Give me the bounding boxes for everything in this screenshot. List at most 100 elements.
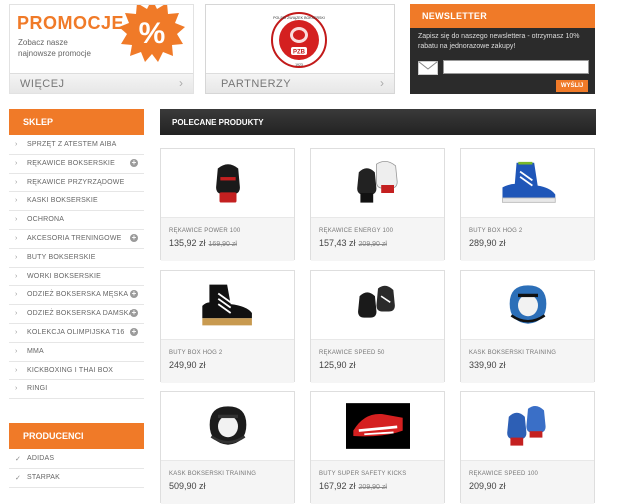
current-price: 157,43 zł: [319, 238, 356, 248]
shop-category-list: › SPRZĘT Z ATESTEM AIBA › RĘKAWICE BOKSERSK…: [9, 136, 144, 400]
product-name[interactable]: RĘKAWICE ENERGY 100: [319, 228, 393, 234]
boxing-gloves-blue-icon[interactable]: [461, 392, 594, 460]
sidebar-item[interactable]: › MMA: [9, 343, 144, 362]
product-name[interactable]: BUTY SUPER SAFETY KICKS: [319, 471, 406, 477]
product-card[interactable]: RĘKAWICE ENERGY 100 157,43 zł 209,90 zł: [310, 148, 445, 261]
sidebar-item[interactable]: › BUTY BOKSERSKIE: [9, 249, 144, 268]
boxing-gloves-black-red-icon[interactable]: [161, 149, 294, 217]
sidebar-item[interactable]: › KASKI BOKSERSKIE: [9, 192, 144, 212]
product-price: 509,90 zł: [169, 481, 206, 491]
expand-plus-icon[interactable]: +: [130, 290, 138, 299]
old-price: 209,90 zł: [358, 484, 387, 491]
product-name[interactable]: BUTY BOX HOG 2: [469, 228, 522, 234]
sidebar-item-label: KICKBOXING I THAI BOX: [27, 366, 114, 374]
product-name[interactable]: KASK BOKSERSKI TRAINING: [469, 350, 556, 356]
chevron-right-icon: ›: [15, 141, 18, 148]
product-name[interactable]: BUTY BOX HOG 2: [169, 350, 222, 356]
headguard-black-icon[interactable]: [161, 392, 294, 460]
partners-box[interactable]: PZB POLSKI ZWIĄZEK BOKSERSKI 1923 PARTNE…: [205, 4, 395, 94]
headguard-blue-icon[interactable]: [461, 271, 594, 339]
sidebar-item[interactable]: › WORKI BOKSERSKIE: [9, 268, 144, 287]
sidebar-item[interactable]: › AKCESORIA TRENINGOWE +: [9, 230, 144, 249]
product-price: 209,90 zł: [469, 481, 506, 491]
expand-plus-icon[interactable]: +: [130, 309, 138, 318]
promo-more-link[interactable]: WIĘCEJ ›: [10, 73, 193, 93]
boxing-gloves-black-white-icon[interactable]: [311, 149, 444, 217]
newsletter-email-input[interactable]: [443, 60, 589, 74]
expand-plus-icon[interactable]: +: [130, 158, 138, 167]
sidebar-item-label: BUTY BOKSERSKIE: [27, 253, 96, 261]
producers-header: PRODUCENCI: [9, 423, 144, 449]
check-icon: ✓: [15, 456, 21, 463]
product-card[interactable]: RĘKAWICE SPEED 100 209,90 zł: [460, 391, 595, 504]
product-price: 289,90 zł: [469, 238, 506, 248]
product-info: KASK BOKSERSKI TRAINING 509,90 zł: [161, 460, 294, 504]
partners-link[interactable]: PARTNERZY ›: [206, 73, 394, 93]
sidebar-item[interactable]: › ODZIEŻ BOKSERSKA DAMSKA +: [9, 305, 144, 324]
chevron-right-icon: ›: [15, 328, 18, 336]
chevron-right-icon: ›: [15, 385, 18, 393]
boxing-shoe-blue-icon[interactable]: [461, 149, 594, 217]
product-price: 125,90 zł: [319, 360, 356, 370]
expand-plus-icon[interactable]: +: [130, 233, 138, 242]
sidebar-item[interactable]: › ODZIEŻ BOKSERSKA MĘSKA +: [9, 286, 144, 306]
sidebar-item[interactable]: › KOLEKCJA OLIMPIJSKA T16 +: [9, 324, 144, 343]
product-name[interactable]: KASK BOKSERSKI TRAINING: [169, 471, 256, 477]
producers-title: PRODUCENCI: [23, 431, 84, 441]
newsletter-send-button[interactable]: WYŚLIJ: [556, 80, 588, 92]
product-name[interactable]: RĘKAWICE SPEED 50: [319, 350, 385, 356]
featured-header: POLECANE PRODUKTY: [160, 109, 596, 135]
product-card[interactable]: RĘKAWICE POWER 100 135,92 zł 169,90 zł: [160, 148, 295, 261]
chevron-right-icon: ›: [15, 366, 18, 374]
product-card[interactable]: KASK BOKSERSKI TRAINING 509,90 zł: [160, 391, 295, 504]
product-card[interactable]: BUTY SUPER SAFETY KICKS 167,92 zł 209,90 z…: [310, 391, 445, 504]
boxing-shoe-black-icon[interactable]: [161, 271, 294, 339]
producer-item[interactable]: ✓ STARPAK: [9, 469, 144, 488]
product-info: BUTY BOX HOG 2 249,90 zł: [161, 339, 294, 383]
product-card[interactable]: KASK BOKSERSKI TRAINING 339,90 zł: [460, 270, 595, 383]
svg-text:1923: 1923: [295, 63, 303, 67]
sidebar-item-label: MMA: [27, 347, 44, 355]
product-price: 339,90 zł: [469, 360, 506, 370]
percent-badge-icon: %: [119, 5, 185, 62]
product-name[interactable]: RĘKAWICE POWER 100: [169, 228, 240, 234]
foot-protector-icon[interactable]: [311, 392, 444, 460]
sidebar-item[interactable]: › RINGI: [9, 380, 144, 400]
sidebar-item[interactable]: › SPRZĘT Z ATESTEM AIBA: [9, 136, 144, 155]
sidebar-item-label: RĘKAWICE BOKSERSKIE: [27, 159, 115, 167]
producer-item[interactable]: ✓ ADIDAS: [9, 450, 144, 469]
sidebar-item-label: WORKI BOKSERSKIE: [27, 272, 101, 280]
current-price: 209,90 zł: [469, 481, 506, 491]
boxing-gloves-black-pair-icon[interactable]: [311, 271, 444, 339]
svg-text:PZB: PZB: [293, 50, 306, 56]
producers-list: ✓ ADIDAS ✓ STARPAK: [9, 450, 144, 488]
product-name[interactable]: RĘKAWICE SPEED 100: [469, 471, 538, 477]
chevron-right-icon: ›: [15, 272, 18, 280]
product-info: BUTY BOX HOG 2 289,90 zł: [461, 217, 594, 261]
sidebar-item-label: KASKI BOKSERSKIE: [27, 197, 98, 205]
promo-description: Zobacz nasze najnowsze promocje: [18, 38, 91, 58]
sidebar-item-label: RĘKAWICE PRZYRZĄDOWE: [27, 178, 125, 186]
chevron-right-icon: ›: [15, 216, 18, 224]
expand-plus-icon[interactable]: +: [130, 327, 138, 336]
chevron-right-icon: ›: [15, 159, 18, 167]
product-info: RĘKAWICE ENERGY 100 157,43 zł 209,90 zł: [311, 217, 444, 261]
sidebar-item[interactable]: › RĘKAWICE PRZYRZĄDOWE: [9, 174, 144, 193]
newsletter-text: Zapisz się do naszego newslettera - otrz…: [418, 33, 580, 50]
product-card[interactable]: BUTY BOX HOG 2 249,90 zł: [160, 270, 295, 383]
promo-more-label: WIĘCEJ: [20, 78, 65, 90]
product-card[interactable]: RĘKAWICE SPEED 50 125,90 zł: [310, 270, 445, 383]
shop-title: SKLEP: [23, 117, 54, 127]
sidebar-item[interactable]: › RĘKAWICE BOKSERSKIE +: [9, 155, 144, 174]
envelope-icon: [418, 61, 438, 75]
current-price: 135,92 zł: [169, 238, 206, 248]
product-card[interactable]: BUTY BOX HOG 2 289,90 zł: [460, 148, 595, 261]
sidebar-item[interactable]: › KICKBOXING I THAI BOX: [9, 362, 144, 381]
product-price: 167,92 zł 209,90 zł: [319, 481, 387, 491]
sidebar-item[interactable]: › OCHRONA: [9, 211, 144, 230]
current-price: 339,90 zł: [469, 360, 506, 370]
svg-text:POLSKI ZWIĄZEK BOKSERSKI: POLSKI ZWIĄZEK BOKSERSKI: [273, 16, 325, 20]
current-price: 167,92 zł: [319, 481, 356, 491]
promo-box[interactable]: PROMOCJE Zobacz nasze najnowsze promocje…: [9, 4, 194, 94]
chevron-right-icon: ›: [15, 197, 18, 205]
